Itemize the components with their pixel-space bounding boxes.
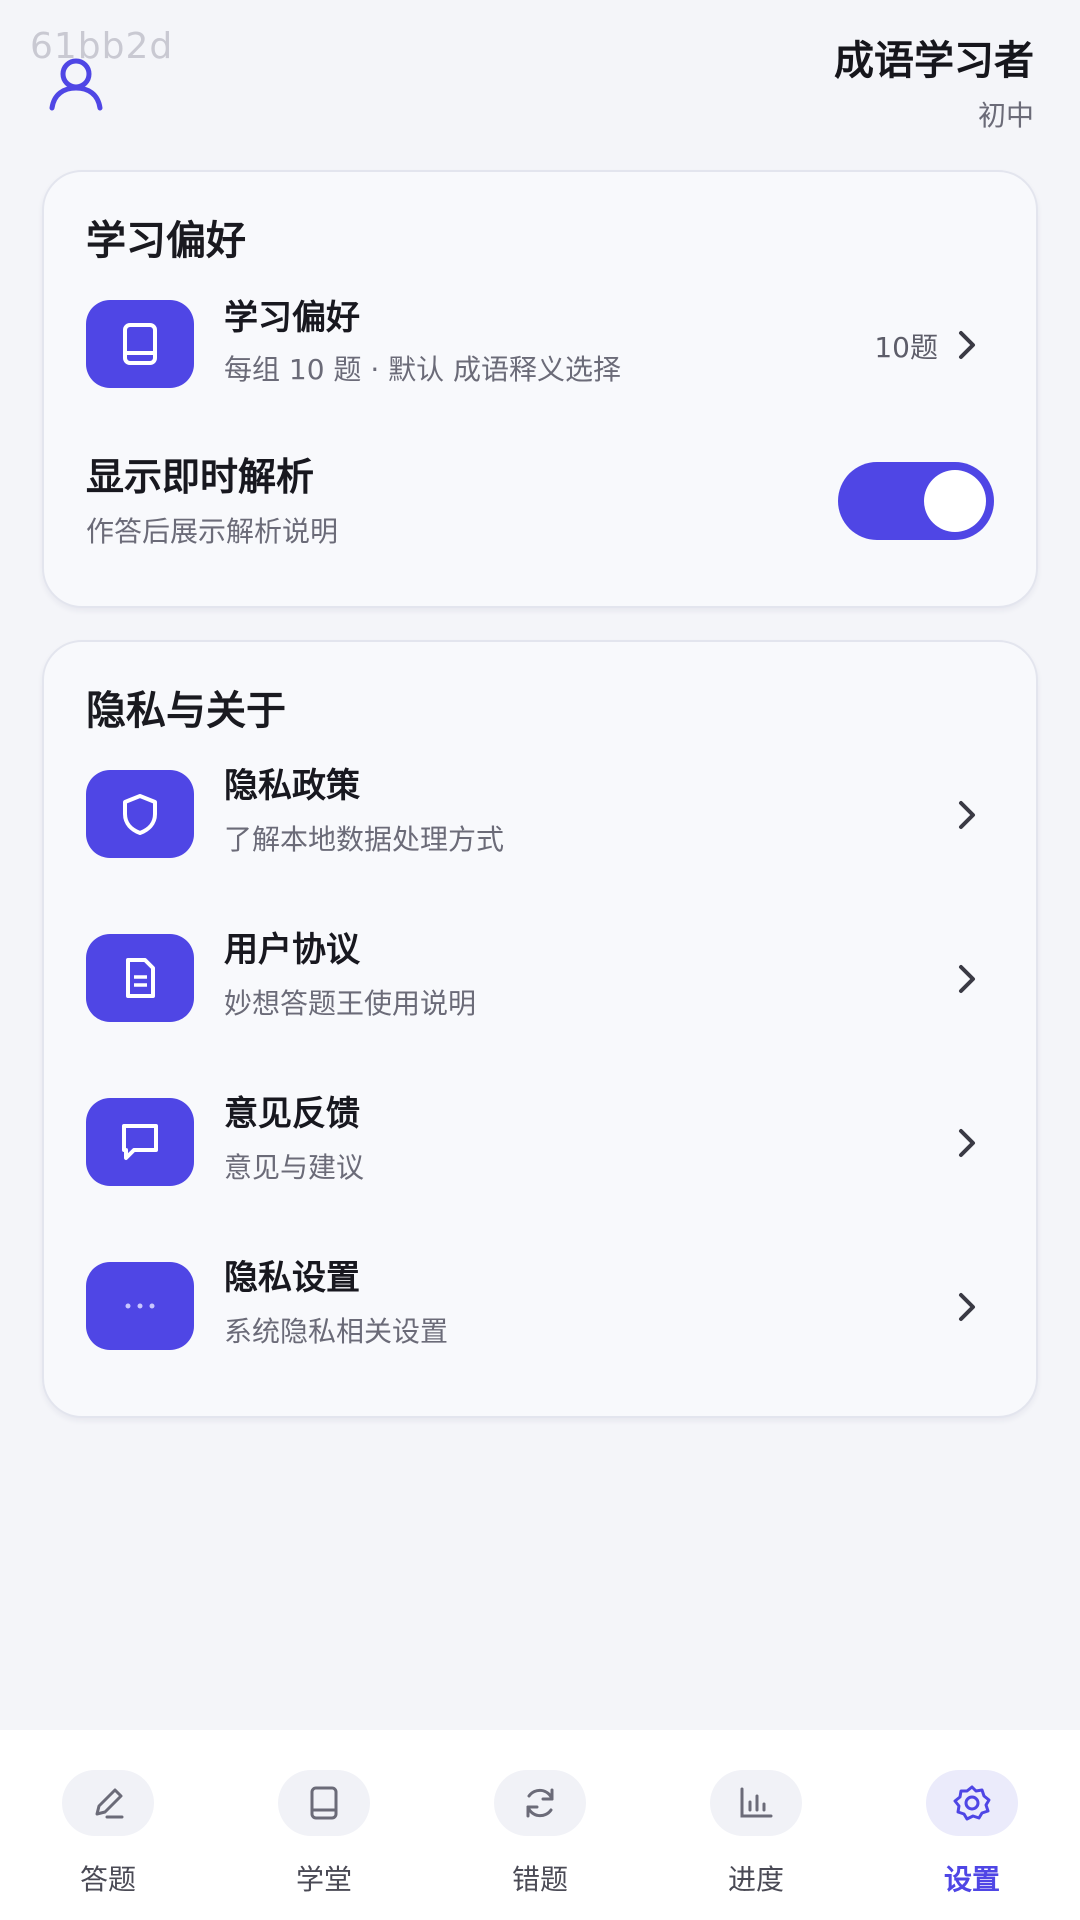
section-title: 学习偏好 bbox=[86, 218, 246, 264]
tab-label: 设置 bbox=[943, 1863, 1000, 1896]
row-title: 显示即时解析 bbox=[86, 455, 315, 499]
row-subtitle: 每组 10 题 · 默认 成语释义选择 bbox=[224, 353, 622, 386]
profile-name: 成语学习者 bbox=[834, 38, 1034, 84]
row-subtitle: 意见与建议 bbox=[224, 1151, 365, 1184]
more-icon bbox=[125, 1303, 155, 1309]
tab-mistakes[interactable]: 错题 bbox=[432, 1730, 648, 1920]
more-icon-tile bbox=[86, 1262, 194, 1350]
privacy-policy-row[interactable]: 隐私政策 了解本地数据处理方式 bbox=[44, 764, 1036, 874]
learning-preference-row[interactable]: 学习偏好 每组 10 题 · 默认 成语释义选择 10题 bbox=[44, 290, 1036, 400]
tab-label: 进度 bbox=[727, 1863, 784, 1896]
profile-level: 初中 bbox=[977, 99, 1034, 132]
pencil-icon bbox=[95, 1788, 124, 1819]
message-icon-tile bbox=[86, 1098, 194, 1186]
row-title: 隐私政策 bbox=[224, 766, 360, 806]
tab-icon-bubble bbox=[926, 1770, 1018, 1836]
question-count-value: 10题 bbox=[874, 331, 938, 364]
row-title: 学习偏好 bbox=[224, 298, 360, 338]
learning-preferences-card: 学习偏好 学习偏好 每组 10 题 · 默认 成语释义选择 10题 显示即时解析… bbox=[42, 170, 1038, 608]
tab-label: 答题 bbox=[79, 1863, 136, 1896]
book-icon-tile bbox=[86, 300, 194, 388]
row-subtitle: 系统隐私相关设置 bbox=[224, 1315, 449, 1348]
shield-icon bbox=[123, 794, 157, 835]
user-icon bbox=[49, 58, 103, 111]
message-icon bbox=[122, 1124, 158, 1160]
section-title: 隐私与关于 bbox=[86, 688, 286, 734]
instant-explanation-row: 显示即时解析 作答后展示解析说明 bbox=[44, 446, 1036, 556]
book-icon bbox=[123, 323, 157, 365]
row-subtitle: 妙想答题王使用说明 bbox=[224, 987, 477, 1020]
row-title: 隐私设置 bbox=[224, 1258, 360, 1298]
book-icon bbox=[310, 1786, 338, 1820]
row-title: 用户协议 bbox=[224, 930, 360, 970]
row-title: 意见反馈 bbox=[224, 1094, 360, 1134]
tab-icon-bubble bbox=[494, 1770, 586, 1836]
avatar-button[interactable] bbox=[46, 54, 106, 114]
row-subtitle: 作答后展示解析说明 bbox=[86, 515, 339, 548]
document-icon-tile bbox=[86, 934, 194, 1022]
chevron-right-icon bbox=[959, 965, 975, 993]
toggle-knob bbox=[924, 470, 986, 532]
bar-chart-icon bbox=[740, 1787, 773, 1818]
gear-icon bbox=[953, 1785, 991, 1821]
tab-answer[interactable]: 答题 bbox=[0, 1730, 216, 1920]
chevron-right-icon bbox=[959, 801, 975, 829]
instant-explanation-toggle[interactable] bbox=[838, 462, 994, 540]
tab-settings[interactable]: 设置 bbox=[864, 1730, 1080, 1920]
chevron-right-icon bbox=[959, 331, 975, 359]
tab-icon-bubble bbox=[278, 1770, 370, 1836]
row-subtitle: 了解本地数据处理方式 bbox=[224, 823, 505, 856]
tab-label: 学堂 bbox=[295, 1863, 352, 1896]
chevron-right-icon bbox=[959, 1129, 975, 1157]
chevron-right-icon bbox=[959, 1293, 975, 1321]
tab-study[interactable]: 学堂 bbox=[216, 1730, 432, 1920]
shield-icon-tile bbox=[86, 770, 194, 858]
tab-icon-bubble bbox=[710, 1770, 802, 1836]
bottom-tab-bar: 答题 学堂 错题 进度 设置 bbox=[0, 1730, 1080, 1920]
tab-icon-bubble bbox=[62, 1770, 154, 1836]
tab-progress[interactable]: 进度 bbox=[648, 1730, 864, 1920]
privacy-about-card: 隐私与关于 隐私政策 了解本地数据处理方式 用户协议 妙想答题王使用说明 意见反… bbox=[42, 640, 1038, 1418]
privacy-settings-row[interactable]: 隐私设置 系统隐私相关设置 bbox=[44, 1256, 1036, 1366]
refresh-icon bbox=[526, 1788, 554, 1818]
user-agreement-row[interactable]: 用户协议 妙想答题王使用说明 bbox=[44, 928, 1036, 1038]
feedback-row[interactable]: 意见反馈 意见与建议 bbox=[44, 1092, 1036, 1202]
tab-label: 错题 bbox=[511, 1863, 568, 1896]
document-icon bbox=[126, 958, 155, 998]
